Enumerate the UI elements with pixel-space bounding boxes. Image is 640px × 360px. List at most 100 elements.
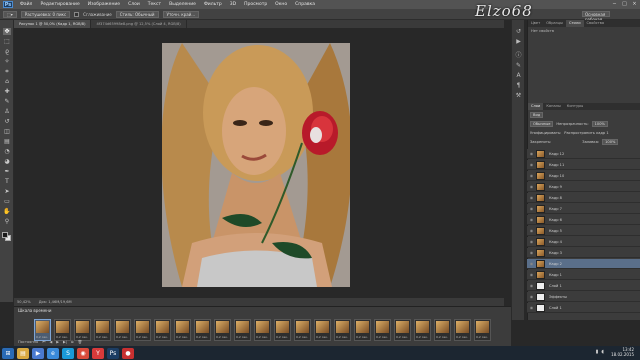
- frame-delay[interactable]: 0,2 сек.: [356, 335, 368, 339]
- eraser-tool-icon[interactable]: ◫: [3, 128, 11, 135]
- prev-frame-icon[interactable]: ◀: [49, 340, 52, 344]
- healing-tool-icon[interactable]: ✚: [3, 88, 11, 95]
- visibility-eye-icon[interactable]: ◉: [527, 151, 536, 156]
- timeline-frame[interactable]: 0,2 сек.: [414, 319, 431, 341]
- marquee-preset-icon[interactable]: ⬚▾: [3, 10, 17, 18]
- visibility-eye-icon[interactable]: ◉: [527, 173, 536, 178]
- frame-delay[interactable]: 0,2 сек.: [436, 335, 448, 339]
- layer-row[interactable]: ◉ Эффекты: [527, 292, 640, 302]
- frame-delay[interactable]: 0,2 сек.: [316, 335, 328, 339]
- layer-row[interactable]: ◉ Слой 1: [527, 303, 640, 313]
- tool-presets-icon[interactable]: ⚒: [515, 92, 522, 99]
- menu-item[interactable]: Окно: [271, 2, 291, 7]
- tab-styles[interactable]: Стили: [565, 20, 584, 27]
- fill-field[interactable]: 100%: [602, 139, 619, 145]
- hand-tool-icon[interactable]: ✋: [3, 208, 11, 215]
- timeline-frame[interactable]: 0,2 сек.: [454, 319, 471, 341]
- timeline-frame[interactable]: 0,2 сек.: [274, 319, 291, 341]
- loop-select[interactable]: Постоянно: [18, 340, 38, 344]
- duplicate-frame-icon[interactable]: ⧉: [71, 340, 74, 344]
- timeline-frame[interactable]: 0,2 сек.: [134, 319, 151, 341]
- actions-icon[interactable]: ▶: [515, 38, 522, 45]
- layer-row[interactable]: ◉ Кадр 4: [527, 237, 640, 247]
- visibility-eye-icon[interactable]: ◉: [527, 250, 536, 255]
- timeline-frame[interactable]: 0,2 сек.: [194, 319, 211, 341]
- timeline-frame[interactable]: 0,2 сек.: [154, 319, 171, 341]
- timeline-frame[interactable]: 0,2 сек.: [314, 319, 331, 341]
- frame-delay[interactable]: 0,2 сек.: [396, 335, 408, 339]
- layer-row[interactable]: ◉ Кадр 5: [527, 226, 640, 236]
- layer-row[interactable]: ◉ Кадр 9: [527, 182, 640, 192]
- layer-row[interactable]: ◉ Кадр 6: [527, 215, 640, 225]
- visibility-eye-icon[interactable]: ◉: [527, 162, 536, 167]
- layer-row[interactable]: ◉ Кадр 12: [527, 149, 640, 159]
- zoom-level[interactable]: 50,42%: [17, 300, 31, 304]
- menu-item[interactable]: Изображение: [84, 2, 124, 7]
- timeline-frame[interactable]: 0,2 сек.: [434, 319, 451, 341]
- timeline-frame[interactable]: 0,2 сек.: [214, 319, 231, 341]
- frame-delay[interactable]: 0,2 сек.: [476, 335, 488, 339]
- timeline-frame[interactable]: 0,2 сек.: [234, 319, 251, 341]
- gradient-tool-icon[interactable]: ▤: [3, 138, 11, 145]
- skype-icon[interactable]: S: [62, 347, 74, 359]
- timeline-frame[interactable]: 0,2 сек.: [94, 319, 111, 341]
- menu-item[interactable]: Просмотр: [240, 2, 271, 7]
- layer-row[interactable]: ◉ Кадр 2: [527, 259, 640, 269]
- clock[interactable]: 13:42 18.02.2015: [611, 347, 634, 357]
- menu-item[interactable]: Выделение: [165, 2, 200, 7]
- timeline-frame[interactable]: 0,2 сек.: [334, 319, 351, 341]
- marquee-tool-icon[interactable]: ⬚: [3, 38, 11, 45]
- frame-delay[interactable]: 0,2 сек.: [76, 335, 88, 339]
- menu-item[interactable]: Справка: [291, 2, 319, 7]
- menu-item[interactable]: Слои: [124, 2, 144, 7]
- layer-kind-select[interactable]: Вид: [530, 112, 544, 118]
- delete-frame-icon[interactable]: 🗑: [78, 340, 83, 344]
- antialias-checkbox[interactable]: [74, 11, 80, 17]
- path-select-tool-icon[interactable]: ➤: [3, 188, 11, 195]
- refine-edge-button[interactable]: Уточн. край...: [162, 10, 200, 18]
- frame-delay[interactable]: 0,2 сек.: [96, 335, 108, 339]
- menu-item[interactable]: Редактирование: [36, 2, 83, 7]
- timeline-frame[interactable]: 0,2 сек.: [34, 319, 51, 341]
- crop-tool-icon[interactable]: ⌗: [3, 68, 11, 75]
- frame-delay[interactable]: 0,2 сек.: [336, 335, 348, 339]
- visibility-eye-icon[interactable]: ◉: [527, 305, 536, 310]
- visibility-eye-icon[interactable]: ◉: [527, 239, 536, 244]
- foreground-color-swatch[interactable]: [2, 232, 8, 238]
- timeline-frame[interactable]: 0,2 сек.: [394, 319, 411, 341]
- frame-delay[interactable]: 0,2 сек.: [456, 335, 468, 339]
- paragraph-icon[interactable]: ¶: [515, 82, 522, 89]
- timeline-frame[interactable]: 0,2 сек.: [74, 319, 91, 341]
- chrome-icon[interactable]: ◉: [77, 347, 89, 359]
- frame-delay[interactable]: 0,2 сек.: [416, 335, 428, 339]
- tab-layers[interactable]: Слои: [528, 103, 544, 110]
- feather-field[interactable]: Растушевка: 0 пикс: [20, 10, 71, 18]
- workspace-select[interactable]: Основная рабочая среда: [582, 11, 610, 27]
- frame-delay[interactable]: 0,2 сек.: [136, 335, 148, 339]
- first-frame-icon[interactable]: ⏮: [42, 340, 45, 344]
- tab-paths[interactable]: Контуры: [564, 103, 586, 110]
- photoshop-icon[interactable]: Ps: [107, 347, 119, 359]
- timeline-frame[interactable]: 0,2 сек.: [174, 319, 191, 341]
- visibility-eye-icon[interactable]: ◉: [527, 184, 536, 189]
- eyedropper-tool-icon[interactable]: ⌂: [3, 78, 11, 85]
- explorer-icon[interactable]: ▤: [17, 347, 29, 359]
- frame-delay[interactable]: 0,2 сек.: [216, 335, 228, 339]
- layer-row[interactable]: ◉ Кадр 1: [527, 270, 640, 280]
- shape-tool-icon[interactable]: ▭: [3, 198, 11, 205]
- layer-row[interactable]: ◉ Кадр 8: [527, 193, 640, 203]
- timeline-frame[interactable]: 0,2 сек.: [474, 319, 491, 341]
- timeline-frame[interactable]: 0,2 сек.: [54, 319, 71, 341]
- pen-tool-icon[interactable]: ✒: [3, 168, 11, 175]
- menu-item[interactable]: Файл: [16, 2, 36, 7]
- recorder-icon[interactable]: ●: [122, 347, 134, 359]
- blur-tool-icon[interactable]: ◔: [3, 148, 11, 155]
- menu-item[interactable]: Текст: [144, 2, 165, 7]
- layer-row[interactable]: ◉ Слой 1: [527, 281, 640, 291]
- tab-swatches[interactable]: Образцы: [543, 20, 566, 27]
- start-icon[interactable]: ⊞: [2, 347, 14, 359]
- frame-delay[interactable]: 0,2 сек.: [56, 335, 68, 339]
- visibility-eye-icon[interactable]: ◉: [527, 261, 536, 266]
- frame-delay[interactable]: 0,2 сек.: [236, 335, 248, 339]
- history-brush-tool-icon[interactable]: ↺: [3, 118, 11, 125]
